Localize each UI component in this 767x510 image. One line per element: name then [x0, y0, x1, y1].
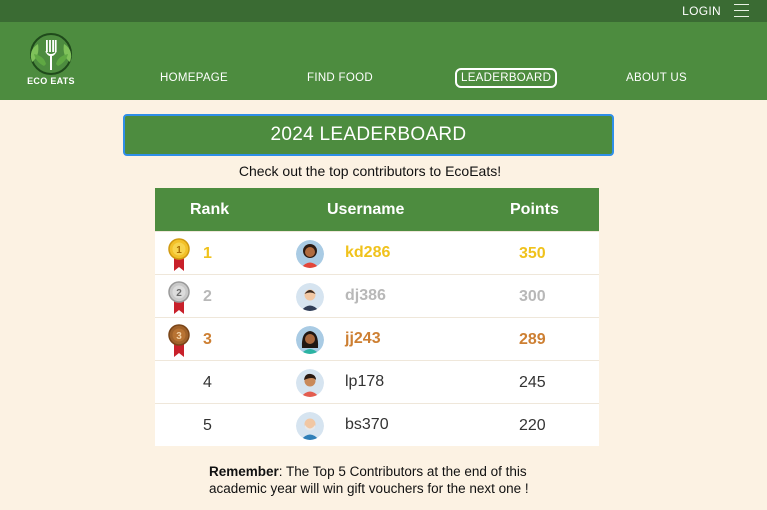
login-link[interactable]: LOGIN: [682, 4, 721, 18]
table-row: 3 3 jj243 289: [155, 317, 599, 360]
table-row: 4 lp178 245: [155, 360, 599, 403]
bronze-medal-icon: 3: [168, 324, 190, 357]
username: bs370: [345, 416, 389, 433]
nav-leaderboard[interactable]: LEADERBOARD: [455, 68, 558, 88]
gold-medal-icon: 1: [168, 238, 190, 271]
rank-value: 1: [203, 245, 212, 262]
table-header: Rank Username Points: [155, 188, 599, 231]
header-username: Username: [327, 201, 405, 218]
svg-text:3: 3: [176, 331, 182, 342]
remember-label: Remember: [209, 464, 279, 479]
username: kd286: [345, 244, 391, 261]
points-value: 350: [519, 245, 546, 262]
leaderboard-table: Rank Username Points 1 1 kd286 350 2 2 d…: [155, 188, 599, 446]
hamburger-menu-icon[interactable]: [734, 4, 749, 18]
avatar: [296, 412, 324, 440]
navbar: ECO EATS HOMEPAGE FIND FOOD LEADERBOARD …: [0, 22, 767, 100]
nav-about-us[interactable]: ABOUT US: [626, 72, 687, 84]
page-subtitle: Check out the top contributors to EcoEat…: [238, 163, 502, 179]
rank-value: 5: [203, 417, 212, 434]
rank-value: 2: [203, 288, 212, 305]
username: jj243: [345, 330, 381, 347]
header-points: Points: [510, 201, 559, 218]
avatar: [296, 326, 324, 354]
username: dj386: [345, 287, 386, 304]
table-row: 5 bs370 220: [155, 403, 599, 446]
rank-value: 3: [203, 331, 212, 348]
table-row: 1 1 kd286 350: [155, 231, 599, 274]
silver-medal-icon: 2: [168, 281, 190, 314]
page-title: 2024 LEADERBOARD: [123, 114, 614, 156]
nav-homepage[interactable]: HOMEPAGE: [160, 72, 228, 84]
username: lp178: [345, 373, 385, 390]
points-value: 220: [519, 417, 546, 434]
nav-find-food[interactable]: FIND FOOD: [307, 72, 373, 84]
points-value: 289: [519, 331, 546, 348]
header-rank: Rank: [190, 201, 230, 218]
eco-eats-logo[interactable]: ECO EATS: [22, 32, 80, 92]
svg-text:1: 1: [176, 245, 182, 256]
logo-text: ECO EATS: [27, 76, 75, 86]
avatar: [296, 283, 324, 311]
avatar: [296, 240, 324, 268]
avatar: [296, 369, 324, 397]
top-bar: LOGIN: [0, 0, 767, 22]
svg-text:2: 2: [176, 288, 182, 299]
points-value: 300: [519, 288, 546, 305]
table-row: 2 2 dj386 300: [155, 274, 599, 317]
points-value: 245: [519, 374, 546, 391]
fork-leaf-logo-icon: [30, 33, 72, 75]
rank-value: 4: [203, 374, 212, 391]
remember-note: Remember: The Top 5 Contributors at the …: [209, 463, 569, 497]
